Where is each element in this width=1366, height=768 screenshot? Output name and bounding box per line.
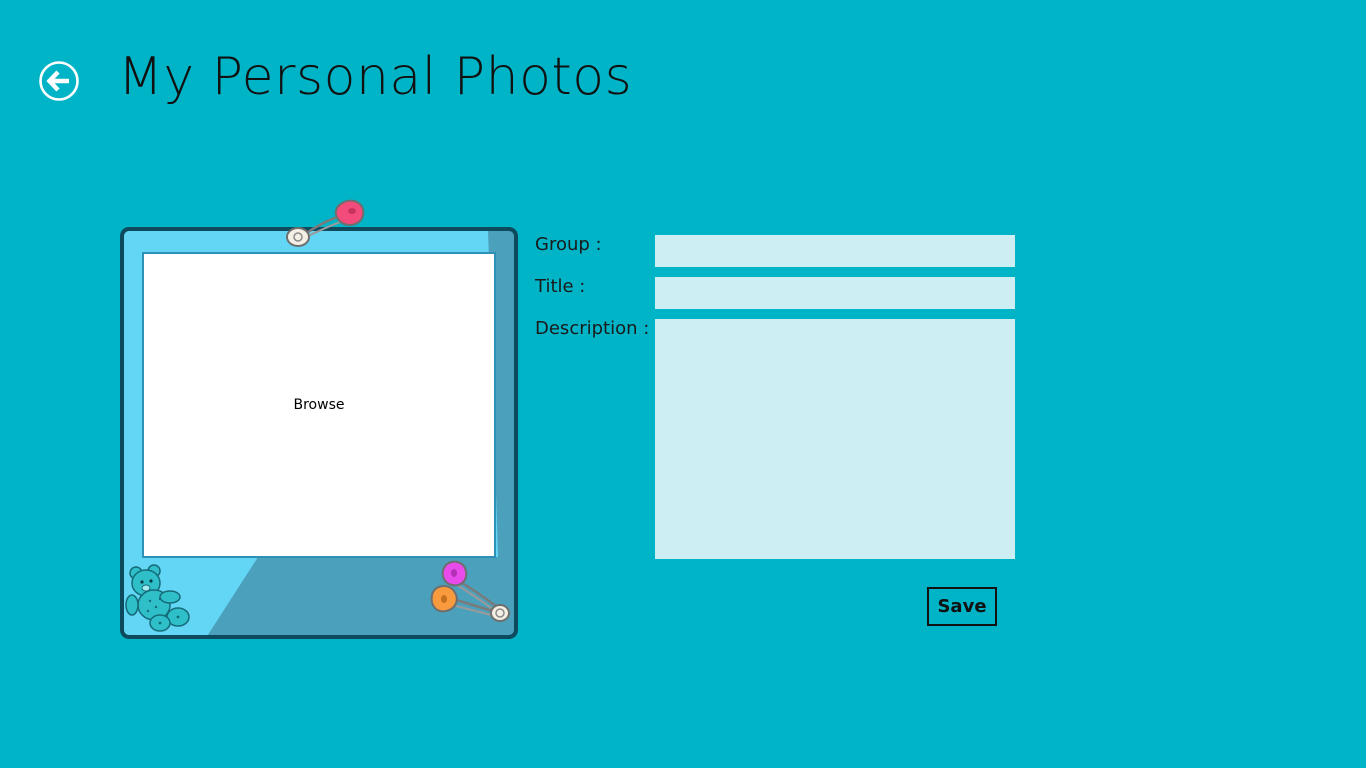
title-input[interactable] <box>655 277 1015 309</box>
photo-frame: Browse <box>118 195 528 645</box>
group-input[interactable] <box>655 235 1015 267</box>
arrow-left-circle-icon <box>39 61 79 101</box>
title-label: Title : <box>535 276 586 297</box>
page-title: My Personal Photos <box>118 47 633 107</box>
description-label: Description : <box>535 318 650 339</box>
save-button[interactable]: Save <box>927 587 997 626</box>
safety-pins-icon <box>430 560 510 622</box>
safety-pin-icon <box>286 199 365 247</box>
app-window: My Personal Photos Browse Group: Title … <box>0 0 1366 768</box>
teddy-bear-icon <box>125 564 190 632</box>
back-button[interactable] <box>38 60 80 102</box>
browse-button[interactable]: Browse <box>144 254 494 556</box>
description-input[interactable] <box>655 319 1015 559</box>
browse-label: Browse <box>293 397 345 413</box>
group-label: Group : <box>535 234 602 255</box>
